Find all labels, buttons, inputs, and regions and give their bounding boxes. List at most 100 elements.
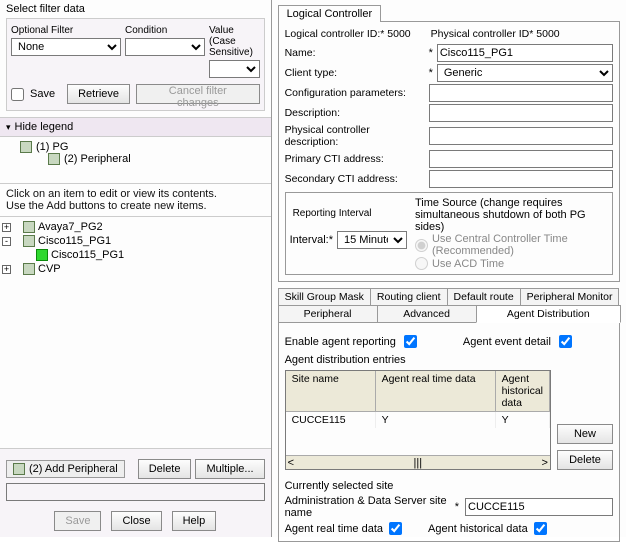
legend-item: (2) Peripheral bbox=[64, 153, 131, 165]
agent-hist-checkbox[interactable] bbox=[534, 522, 547, 535]
enable-agent-reporting-checkbox[interactable] bbox=[404, 335, 417, 348]
physical-id-label: Physical controller ID* bbox=[431, 28, 534, 40]
phys-desc-label: Physical controller description: bbox=[285, 124, 425, 148]
reporting-time-box: Reporting Interval Interval:* 15 Minute … bbox=[285, 192, 613, 275]
tab-logical-controller[interactable]: Logical Controller bbox=[278, 5, 382, 22]
condition-label: Condition bbox=[125, 25, 205, 36]
grid-header-hist: Agent historical data bbox=[496, 371, 550, 411]
pg-icon bbox=[23, 235, 35, 247]
tree-row[interactable]: + Avaya7_PG2 bbox=[2, 221, 269, 235]
grid-header-site: Site name bbox=[286, 371, 376, 411]
chevron-down-icon: ▾ bbox=[6, 122, 11, 133]
description-label: Description: bbox=[285, 107, 425, 119]
agent-event-detail-label: Agent event detail bbox=[463, 336, 551, 348]
expand-icon[interactable]: + bbox=[2, 223, 11, 232]
value-select[interactable] bbox=[209, 60, 260, 78]
tree-label: Cisco115_PG1 bbox=[51, 249, 124, 261]
tab-default-route[interactable]: Default route bbox=[447, 288, 521, 306]
tree-label: CVP bbox=[38, 263, 61, 275]
agent-rt-label: Agent real time data bbox=[285, 523, 383, 535]
grid-row[interactable]: CUCCE115 Y Y bbox=[286, 412, 550, 428]
tree-row[interactable]: + CVP bbox=[2, 263, 269, 277]
hide-legend-label: Hide legend bbox=[15, 121, 74, 133]
save-label: Save bbox=[30, 88, 55, 100]
left-panel: Select filter data Optional Filter None … bbox=[0, 0, 272, 537]
tab-agent-distribution[interactable]: Agent Distribution bbox=[476, 305, 621, 323]
tab-routing-client[interactable]: Routing client bbox=[370, 288, 448, 306]
agent-dist-grid[interactable]: Site name Agent real time data Agent his… bbox=[285, 370, 551, 470]
config-params-input[interactable] bbox=[429, 84, 613, 102]
new-button[interactable]: New bbox=[557, 424, 613, 444]
add-peripheral-chip[interactable]: (2) Add Peripheral bbox=[6, 460, 125, 478]
bottom-close-button[interactable]: Close bbox=[111, 511, 161, 531]
cancel-filter-button: Cancel filter changes bbox=[136, 84, 260, 104]
tab-skill-group-mask[interactable]: Skill Group Mask bbox=[278, 288, 371, 306]
tab-peripheral[interactable]: Peripheral bbox=[278, 305, 378, 323]
left-bottom-bar: (2) Add Peripheral Delete Multiple... Sa… bbox=[0, 448, 271, 537]
hint-text: Click on an item to edit or view its con… bbox=[0, 183, 271, 216]
time-source-heading: Time Source (change requires simultaneou… bbox=[415, 197, 608, 233]
select-filter-title: Select filter data bbox=[0, 0, 271, 18]
tree-label: Avaya7_PG2 bbox=[38, 221, 103, 233]
agent-rt-checkbox[interactable] bbox=[389, 522, 402, 535]
interval-select[interactable]: 15 Minute bbox=[337, 231, 407, 249]
top-tab-holder: Logical Controller bbox=[278, 4, 620, 21]
condition-select[interactable] bbox=[125, 38, 205, 56]
secondary-cti-input[interactable] bbox=[429, 170, 613, 188]
subtab-container: Skill Group Mask Routing client Default … bbox=[278, 288, 620, 542]
tab-peripheral-monitor[interactable]: Peripheral Monitor bbox=[520, 288, 620, 306]
tab-advanced[interactable]: Advanced bbox=[377, 305, 477, 323]
primary-cti-input[interactable] bbox=[429, 150, 613, 168]
delete-entry-button[interactable]: Delete bbox=[557, 450, 613, 470]
legend-bar[interactable]: ▾ Hide legend bbox=[0, 117, 271, 137]
tree-row[interactable]: - Cisco115_PG1 bbox=[2, 235, 269, 249]
logical-controller-fieldset: Logical controller ID:* 5000 Physical co… bbox=[278, 21, 620, 282]
add-peripheral-label: (2) Add Peripheral bbox=[29, 463, 118, 475]
hint-line: Use the Add buttons to create new items. bbox=[6, 200, 265, 212]
tree-label: Cisco115_PG1 bbox=[38, 235, 111, 247]
grid-header-rt: Agent real time data bbox=[376, 371, 496, 411]
grid-cell: Y bbox=[496, 412, 550, 428]
peripheral-icon bbox=[13, 463, 25, 475]
agent-distribution-panel: Enable agent reporting Agent event detai… bbox=[278, 322, 620, 542]
secondary-cti-label: Secondary CTI address: bbox=[285, 173, 425, 185]
reporting-interval-legend: Reporting Interval bbox=[290, 208, 407, 219]
expand-icon[interactable]: + bbox=[2, 265, 11, 274]
phys-desc-input[interactable] bbox=[429, 127, 613, 145]
grid-scrollbar[interactable]: <|||> bbox=[286, 455, 550, 469]
tree-area[interactable]: + Avaya7_PG2 - Cisco115_PG1 Cisco115_PG1… bbox=[0, 216, 271, 416]
admin-site-input[interactable] bbox=[465, 498, 613, 516]
enable-agent-reporting-label: Enable agent reporting bbox=[285, 336, 396, 348]
logical-id-value: 5000 bbox=[387, 28, 410, 40]
delete-button[interactable]: Delete bbox=[138, 459, 192, 479]
client-type-label: Client type: bbox=[285, 67, 425, 79]
multiple-button[interactable]: Multiple... bbox=[195, 459, 264, 479]
interval-label: Interval:* bbox=[290, 234, 333, 246]
save-checkbox[interactable] bbox=[11, 88, 24, 101]
retrieve-button[interactable]: Retrieve bbox=[67, 84, 130, 104]
path-input[interactable] bbox=[6, 483, 265, 501]
time-source-opt1: Use Central Controller Time (Recommended… bbox=[432, 233, 608, 257]
pg-icon bbox=[23, 263, 35, 275]
peripheral-icon bbox=[36, 249, 48, 261]
bottom-save-button: Save bbox=[54, 511, 101, 531]
agent-event-detail-checkbox[interactable] bbox=[559, 335, 572, 348]
collapse-icon[interactable]: - bbox=[2, 237, 11, 246]
currently-selected-label: Currently selected site bbox=[285, 480, 613, 492]
optional-filter-select[interactable]: None bbox=[11, 38, 121, 56]
hint-line: Click on an item to edit or view its con… bbox=[6, 188, 265, 200]
tree-row[interactable]: Cisco115_PG1 bbox=[2, 249, 269, 263]
pg-icon bbox=[23, 221, 35, 233]
bottom-help-button[interactable]: Help bbox=[172, 511, 217, 531]
primary-cti-label: Primary CTI address: bbox=[285, 153, 425, 165]
pg-icon bbox=[20, 141, 32, 153]
config-params-label: Configuration parameters: bbox=[285, 87, 425, 99]
agent-dist-entries-label: Agent distribution entries bbox=[285, 354, 613, 366]
name-input[interactable] bbox=[437, 44, 613, 62]
grid-cell: Y bbox=[376, 412, 496, 428]
description-input[interactable] bbox=[429, 104, 613, 122]
client-type-select[interactable]: Generic bbox=[437, 64, 613, 82]
logical-id-label: Logical controller ID:* bbox=[285, 28, 385, 40]
agent-hist-label: Agent historical data bbox=[428, 523, 528, 535]
admin-site-label: Administration & Data Server site name bbox=[285, 495, 449, 519]
